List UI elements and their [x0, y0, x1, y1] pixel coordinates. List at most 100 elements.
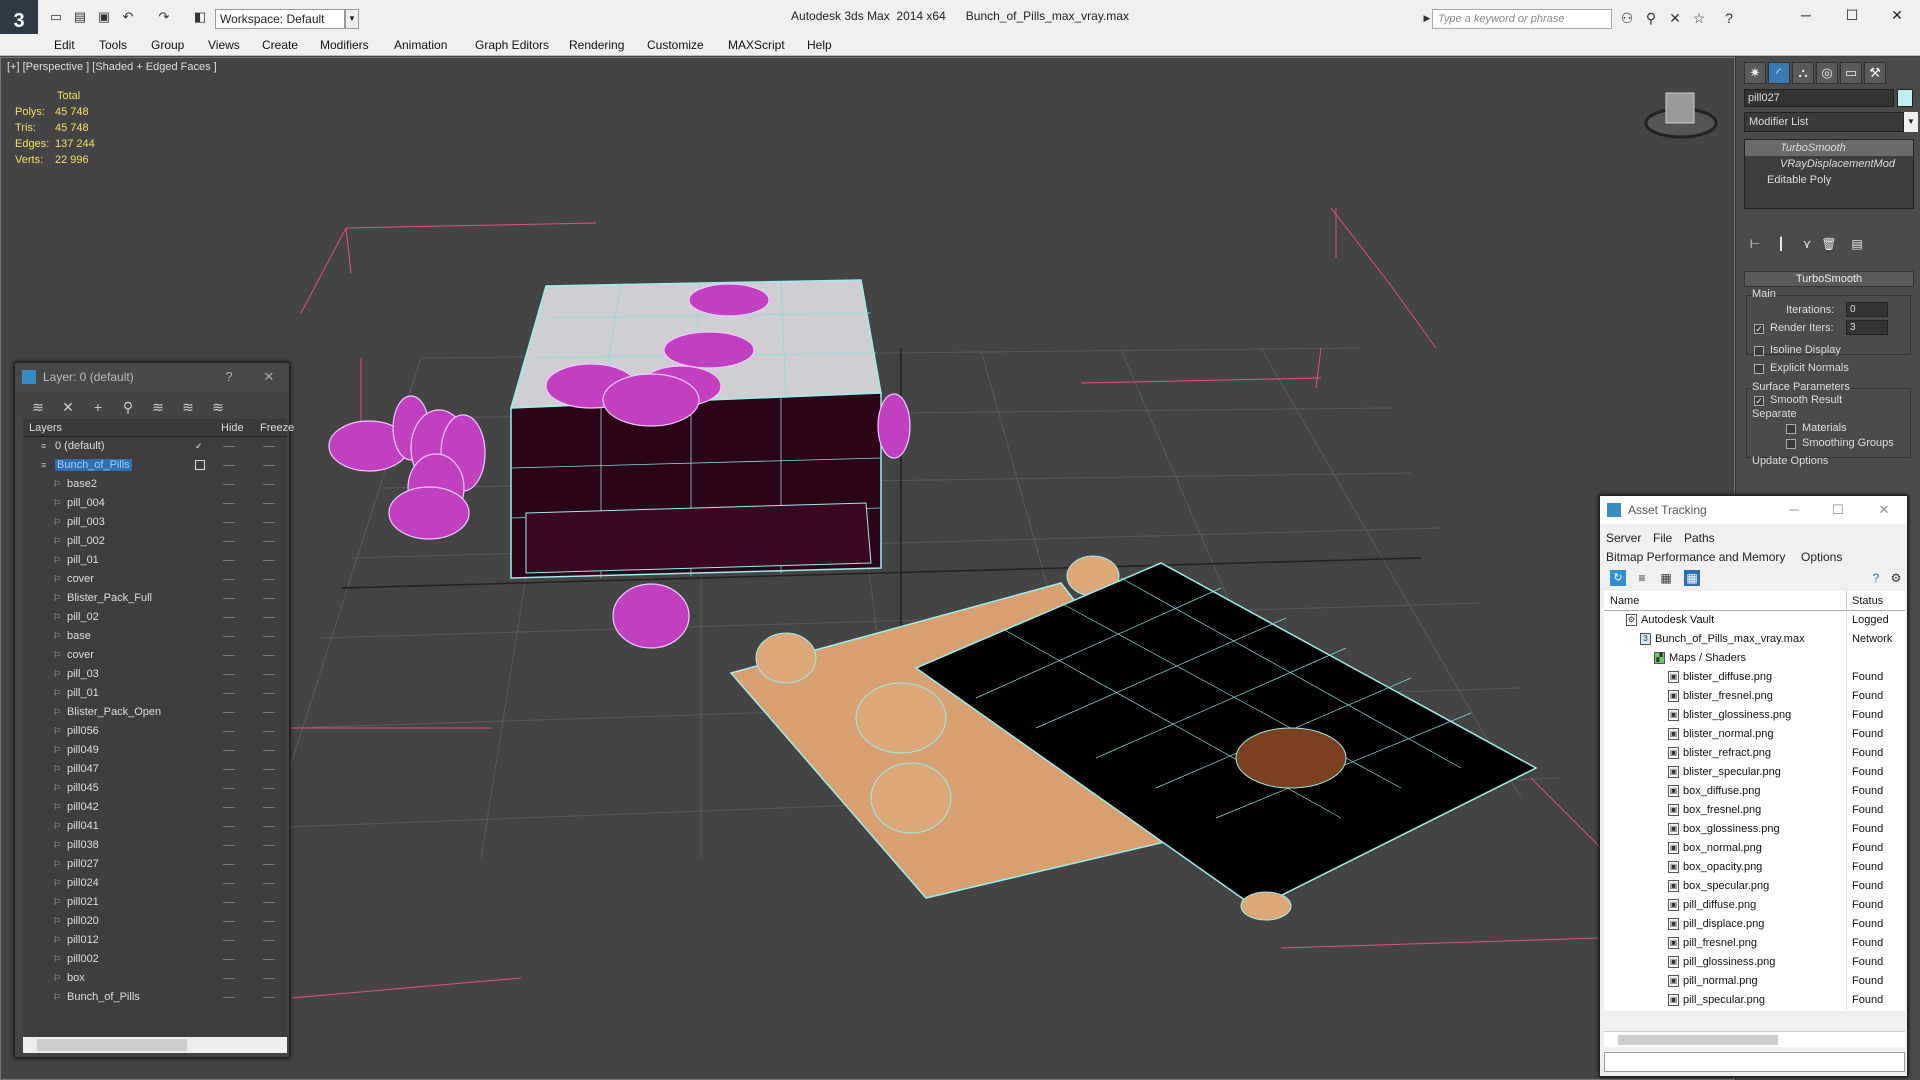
layer-row-name[interactable]: pill049	[67, 744, 99, 756]
hide-toggle[interactable]	[223, 921, 235, 922]
layer-row[interactable]: ⚐ pill_02	[23, 608, 287, 627]
hide-toggle[interactable]	[223, 655, 235, 656]
menu-create[interactable]: Create	[262, 38, 298, 52]
menu-animation[interactable]: Animation	[394, 38, 447, 52]
render-iters-spinner[interactable]: 3	[1846, 320, 1888, 335]
add-to-layer-icon[interactable]: +	[89, 398, 107, 416]
hide-column-header[interactable]: Hide	[221, 422, 244, 434]
layer-row-name[interactable]: pill_02	[67, 611, 99, 623]
freeze-toggle[interactable]	[263, 674, 275, 675]
layer-row[interactable]: ⚐ pill002	[23, 950, 287, 969]
layer-row[interactable]: ⚐ pill056	[23, 722, 287, 741]
layer-row[interactable]: ⚐ pill042	[23, 798, 287, 817]
asset-name[interactable]: box_fresnel.png	[1683, 804, 1761, 816]
asset-row[interactable]: ▣ box_glossiness.png Found	[1604, 820, 1905, 839]
close-button[interactable]: ✕	[1876, 502, 1892, 518]
pin-stack-icon[interactable]: ⊢	[1746, 235, 1764, 253]
help-icon[interactable]: ?	[1720, 9, 1738, 27]
asset-row[interactable]: ▣ blister_fresnel.png Found	[1604, 687, 1905, 706]
layer-row[interactable]: ⚐ pill027	[23, 855, 287, 874]
hide-toggle[interactable]	[223, 902, 235, 903]
layer-row[interactable]: ⚐ pill020	[23, 912, 287, 931]
asset-row[interactable]: ▣ blister_glossiness.png Found	[1604, 706, 1905, 725]
menu-tools[interactable]: Tools	[99, 38, 127, 52]
help-icon[interactable]: ?	[1868, 570, 1884, 586]
layer-row-name[interactable]: base	[67, 630, 91, 642]
select-objects-icon[interactable]: ⚲	[119, 398, 137, 416]
asset-row[interactable]: ▣ blister_normal.png Found	[1604, 725, 1905, 744]
turbosmooth-rollout-header[interactable]: TurboSmooth	[1744, 271, 1914, 287]
scrollbar-thumb[interactable]	[37, 1039, 187, 1051]
freeze-toggle[interactable]	[263, 940, 275, 941]
freeze-toggle[interactable]	[263, 921, 275, 922]
chevron-down-icon[interactable]: ▼	[1904, 112, 1918, 132]
asset-row[interactable]: 3 Bunch_of_Pills_max_vray.max Network	[1604, 630, 1905, 649]
layer-row-name[interactable]: pill042	[67, 801, 99, 813]
freeze-toggle[interactable]	[263, 446, 275, 447]
layer-row[interactable]: ⚐ cover	[23, 646, 287, 665]
asset-list-scrollbar[interactable]	[1604, 1031, 1905, 1047]
freeze-toggle[interactable]	[263, 902, 275, 903]
freeze-toggle[interactable]	[263, 579, 275, 580]
status-column-header[interactable]: Status	[1852, 595, 1883, 607]
freeze-toggle[interactable]	[263, 864, 275, 865]
close-icon[interactable]: ✕	[261, 369, 277, 385]
menu-customize[interactable]: Customize	[647, 38, 704, 52]
minimize-button[interactable]: ─	[1783, 4, 1829, 26]
hide-toggle[interactable]	[223, 731, 235, 732]
layer-row-name[interactable]: cover	[67, 649, 94, 661]
layer-row[interactable]: ⚐ pill_01	[23, 684, 287, 703]
tree-view-icon[interactable]: ▦	[1658, 570, 1674, 586]
hide-toggle[interactable]	[223, 598, 235, 599]
hide-all-layers-icon[interactable]: ≋	[179, 398, 197, 416]
maximize-button[interactable]: ☐	[1829, 4, 1875, 26]
hide-toggle[interactable]	[223, 883, 235, 884]
layers-column-header[interactable]: Layers	[29, 422, 62, 434]
stack-item-editable-poly[interactable]: Editable Poly	[1745, 172, 1913, 188]
menu-server[interactable]: Server	[1606, 531, 1641, 545]
layer-row[interactable]: ⚐ pill_002	[23, 532, 287, 551]
freeze-toggle[interactable]	[263, 541, 275, 542]
asset-name[interactable]: box_glossiness.png	[1683, 823, 1780, 835]
menu-group[interactable]: Group	[151, 38, 184, 52]
undo-icon[interactable]: ↶	[120, 9, 136, 25]
display-tab-icon[interactable]: ▭	[1840, 62, 1862, 84]
layer-row-name[interactable]: Blister_Pack_Open	[67, 706, 161, 718]
asset-row[interactable]: ▣ pill_specular.png Found	[1604, 991, 1905, 1010]
favorites-star-icon[interactable]: ☆	[1690, 9, 1708, 27]
hide-toggle[interactable]	[223, 864, 235, 865]
hide-toggle[interactable]	[223, 807, 235, 808]
asset-name[interactable]: pill_normal.png	[1683, 975, 1758, 987]
asset-name[interactable]: box_normal.png	[1683, 842, 1762, 854]
freeze-all-layers-icon[interactable]: ≋	[209, 398, 227, 416]
asset-row[interactable]: ▣ blister_diffuse.png Found	[1604, 668, 1905, 687]
hide-toggle[interactable]	[223, 484, 235, 485]
freeze-toggle[interactable]	[263, 750, 275, 751]
freeze-toggle[interactable]	[263, 978, 275, 979]
search-input[interactable]: Type a keyword or phrase	[1432, 9, 1612, 29]
hide-toggle[interactable]	[223, 826, 235, 827]
refresh-icon[interactable]: ↻	[1610, 570, 1626, 586]
stack-item-vraydisplacement[interactable]: VRayDisplacementMod	[1745, 156, 1913, 172]
layer-row-name[interactable]: 0 (default)	[55, 440, 105, 452]
hide-toggle[interactable]	[223, 465, 235, 466]
save-file-icon[interactable]: ▣	[96, 9, 112, 25]
minimize-button[interactable]: ─	[1786, 502, 1802, 518]
configure-modifier-sets-icon[interactable]: ▤	[1848, 235, 1866, 253]
smoothing-groups-checkbox[interactable]	[1786, 439, 1796, 449]
active-layer-check-icon[interactable]: ✓	[195, 441, 205, 451]
layer-row-name[interactable]: pill_01	[67, 687, 99, 699]
object-name-field[interactable]: pill027	[1744, 89, 1894, 107]
layer-row[interactable]: ⚐ pill045	[23, 779, 287, 798]
asset-name[interactable]: box_specular.png	[1683, 880, 1769, 892]
asset-row[interactable]: ▣ pill_glossiness.png Found	[1604, 953, 1905, 972]
new-layer-icon[interactable]: ≋	[29, 398, 47, 416]
layer-row-name[interactable]: Blister_Pack_Full	[67, 592, 152, 604]
asset-name[interactable]: blister_normal.png	[1683, 728, 1774, 740]
hide-toggle[interactable]	[223, 978, 235, 979]
menu-paths[interactable]: Paths	[1684, 531, 1715, 545]
explicit-normals-checkbox[interactable]	[1754, 364, 1764, 374]
chevron-down-icon[interactable]: ▼	[345, 9, 359, 29]
menu-views[interactable]: Views	[208, 38, 240, 52]
asset-row[interactable]: ▣ pill_fresnel.png Found	[1604, 934, 1905, 953]
